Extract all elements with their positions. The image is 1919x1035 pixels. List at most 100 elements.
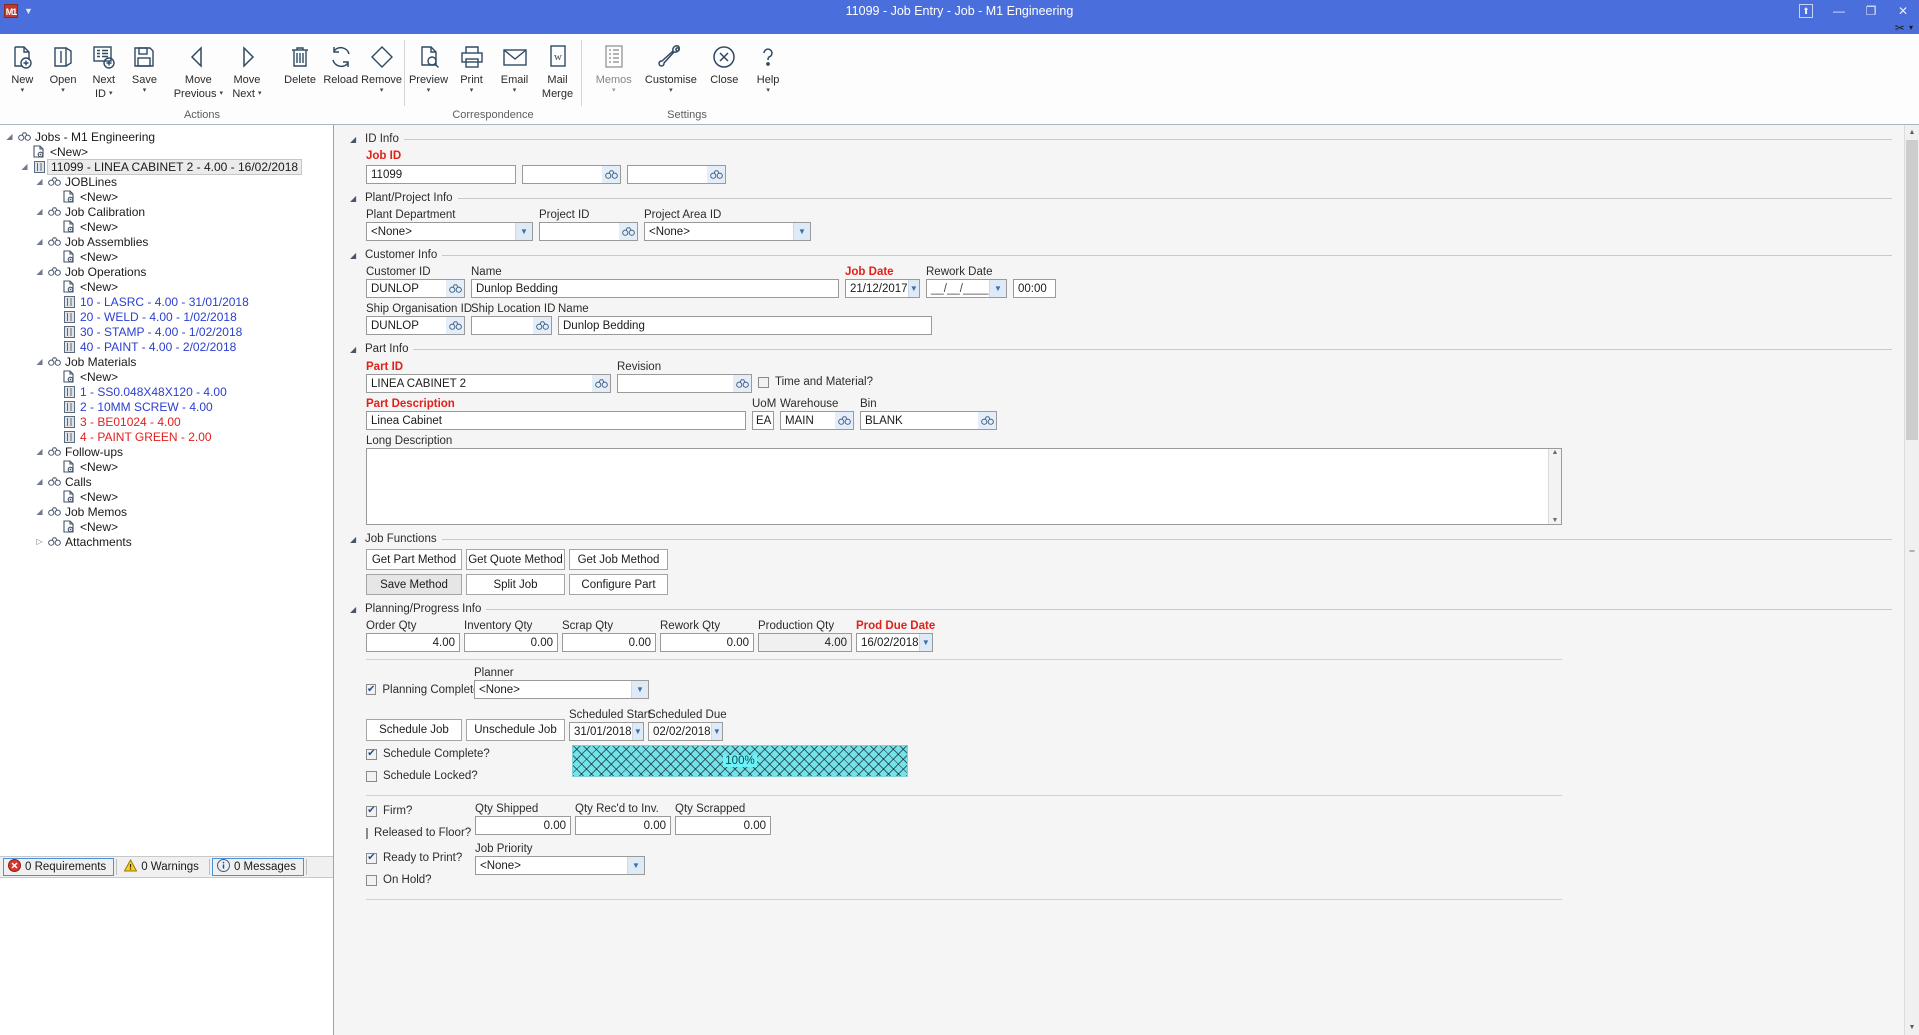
close-window-button[interactable]: ✕: [1887, 0, 1919, 22]
open-button[interactable]: Open ▾: [43, 40, 84, 95]
scroll-up-icon[interactable]: ▲: [1905, 125, 1919, 140]
binoculars-icon[interactable]: [602, 165, 621, 184]
email-dropdown-icon[interactable]: ▾: [513, 87, 517, 95]
tree-node[interactable]: ◢ Calls: [0, 474, 333, 489]
ship-organisation-id-input[interactable]: DUNLOP: [366, 316, 446, 335]
scrap-qty-input[interactable]: 0.00: [562, 633, 656, 652]
quick-access-toolbar[interactable]: M1 ▼: [0, 4, 33, 18]
tree-node[interactable]: ◢ Job Operations: [0, 264, 333, 279]
scheduled-start-picker[interactable]: 31/01/2018 ▼: [569, 722, 644, 741]
checkbox-box[interactable]: ✔: [366, 748, 377, 760]
part-id-input[interactable]: LINEA CABINET 2: [366, 374, 592, 393]
collapse-arrow-icon[interactable]: ◢: [350, 345, 363, 354]
order-qty-input[interactable]: 4.00: [366, 633, 460, 652]
save-button[interactable]: Save ▾: [124, 40, 165, 95]
inventory-qty-input[interactable]: 0.00: [464, 633, 558, 652]
rework-time-input[interactable]: 00:00: [1013, 279, 1056, 298]
chevron-down-icon[interactable]: ▼: [918, 634, 932, 651]
help-button[interactable]: Help ▾: [746, 40, 790, 95]
warnings-status[interactable]: 0 Warnings: [119, 858, 207, 876]
collapse-arrow-icon[interactable]: ◢: [350, 251, 363, 260]
checkbox-box[interactable]: ✔: [366, 805, 377, 817]
get-quote-method-button[interactable]: Get Quote Method: [466, 549, 565, 570]
schedule-complete-checkbox[interactable]: ✔ Schedule Complete?: [366, 745, 568, 763]
memos-dropdown-icon[interactable]: ▾: [612, 87, 616, 95]
checkbox-box[interactable]: ✔: [366, 684, 377, 695]
next-id-dropdown-icon[interactable]: ▾: [109, 88, 113, 100]
tree-node[interactable]: <New>: [0, 219, 333, 234]
tree-expander-icon[interactable]: ◢: [4, 132, 15, 141]
checkbox-box[interactable]: [758, 376, 769, 388]
chevron-down-icon[interactable]: ▼: [515, 223, 532, 240]
navigation-tree[interactable]: ◢ Jobs - M1 Engineering <New> ◢ 11099 - LINE…: [0, 125, 333, 878]
scrollbar-split-handle[interactable]: ═: [1907, 545, 1917, 557]
prod-due-date-picker[interactable]: 16/02/2018 ▼: [856, 633, 933, 652]
restore-up-button[interactable]: ⬆: [1799, 4, 1813, 18]
remove-dropdown-icon[interactable]: ▾: [380, 87, 384, 95]
tree-expander-icon[interactable]: ◢: [34, 447, 45, 456]
job-id-input[interactable]: 11099: [366, 165, 516, 184]
checkbox-box[interactable]: [366, 827, 368, 839]
minimize-button[interactable]: —: [1823, 0, 1855, 22]
id-info-extra2[interactable]: [627, 165, 726, 184]
reload-button[interactable]: Reload: [320, 40, 361, 87]
planner-select[interactable]: <None> ▼: [474, 680, 649, 699]
preview-button[interactable]: Preview ▾: [407, 40, 450, 95]
binoculars-icon[interactable]: [707, 165, 726, 184]
id-info-extra1[interactable]: [522, 165, 621, 184]
tree-expander-icon[interactable]: ◢: [34, 237, 45, 246]
memos-button[interactable]: Memos ▾: [588, 40, 639, 95]
qty-recd-to-inv-input[interactable]: 0.00: [575, 816, 671, 835]
scroll-down-icon[interactable]: ▼: [1552, 517, 1559, 524]
firm-checkbox[interactable]: ✔ Firm?: [366, 802, 471, 820]
collapse-arrow-icon[interactable]: ◢: [350, 605, 363, 614]
requirements-status[interactable]: 0 Requirements: [3, 858, 115, 876]
schedule-locked-checkbox[interactable]: Schedule Locked?: [366, 767, 568, 785]
job-date-picker[interactable]: 21/12/2017 ▼: [845, 279, 920, 298]
help-dropdown-icon[interactable]: ▾: [766, 87, 770, 95]
project-id-input[interactable]: [539, 222, 619, 241]
customer-id-input[interactable]: DUNLOP: [366, 279, 446, 298]
checkbox-box[interactable]: [366, 770, 377, 782]
tree-node[interactable]: <New>: [0, 144, 333, 159]
chevron-down-icon[interactable]: ▼: [793, 223, 810, 240]
tree-expander-icon[interactable]: ◢: [34, 507, 45, 516]
save-dropdown-icon[interactable]: ▾: [143, 87, 147, 95]
tree-node[interactable]: ◢ Job Calibration: [0, 204, 333, 219]
tree-node[interactable]: 4 - PAINT GREEN - 2.00: [0, 429, 333, 444]
chevron-down-icon[interactable]: ▼: [631, 723, 643, 740]
ship-name-input[interactable]: Dunlop Bedding: [558, 316, 932, 335]
schedule-job-button[interactable]: Schedule Job: [366, 719, 462, 741]
get-part-method-button[interactable]: Get Part Method: [366, 549, 462, 570]
on-hold-checkbox[interactable]: On Hold?: [366, 871, 471, 889]
tree-node[interactable]: 3 - BE01024 - 4.00: [0, 414, 333, 429]
delete-button[interactable]: Delete: [280, 40, 321, 87]
rework-date-picker[interactable]: __/__/____ ▼: [926, 279, 1007, 298]
tree-node[interactable]: 40 - PAINT - 4.00 - 2/02/2018: [0, 339, 333, 354]
app-logo-icon[interactable]: M1: [4, 4, 18, 18]
long-description-scrollbar[interactable]: ▲ ▼: [1548, 449, 1561, 524]
collapse-arrow-icon[interactable]: ◢: [350, 135, 363, 144]
maximize-button[interactable]: ❐: [1855, 0, 1887, 22]
configure-part-button[interactable]: Configure Part: [569, 574, 668, 595]
tree-node[interactable]: ◢ JOBLines: [0, 174, 333, 189]
released-to-floor-checkbox[interactable]: Released to Floor?: [366, 824, 471, 842]
collapse-arrow-icon[interactable]: ◢: [350, 535, 363, 544]
tree-node[interactable]: <New>: [0, 249, 333, 264]
tree-node[interactable]: <New>: [0, 369, 333, 384]
chevron-down-icon[interactable]: ▼: [710, 723, 722, 740]
tree-node[interactable]: ◢ 11099 - LINEA CABINET 2 - 4.00 - 16/02/…: [0, 158, 333, 175]
messages-status[interactable]: 0 Messages: [211, 858, 304, 876]
binoculars-icon[interactable]: [733, 374, 752, 393]
customise-dropdown-icon[interactable]: ▾: [669, 87, 673, 95]
checkbox-box[interactable]: [366, 874, 377, 886]
email-button[interactable]: Email ▾: [493, 40, 536, 95]
tree-expander-icon[interactable]: ▷: [34, 537, 45, 546]
revision-input[interactable]: [617, 374, 733, 393]
rework-qty-input[interactable]: 0.00: [660, 633, 754, 652]
tree-node[interactable]: <New>: [0, 279, 333, 294]
tree-node[interactable]: 1 - SS0.048X48X120 - 4.00: [0, 384, 333, 399]
long-description-textarea[interactable]: ▲ ▼: [366, 448, 1562, 525]
bin-input[interactable]: BLANK: [860, 411, 978, 430]
customer-name-input[interactable]: Dunlop Bedding: [471, 279, 839, 298]
